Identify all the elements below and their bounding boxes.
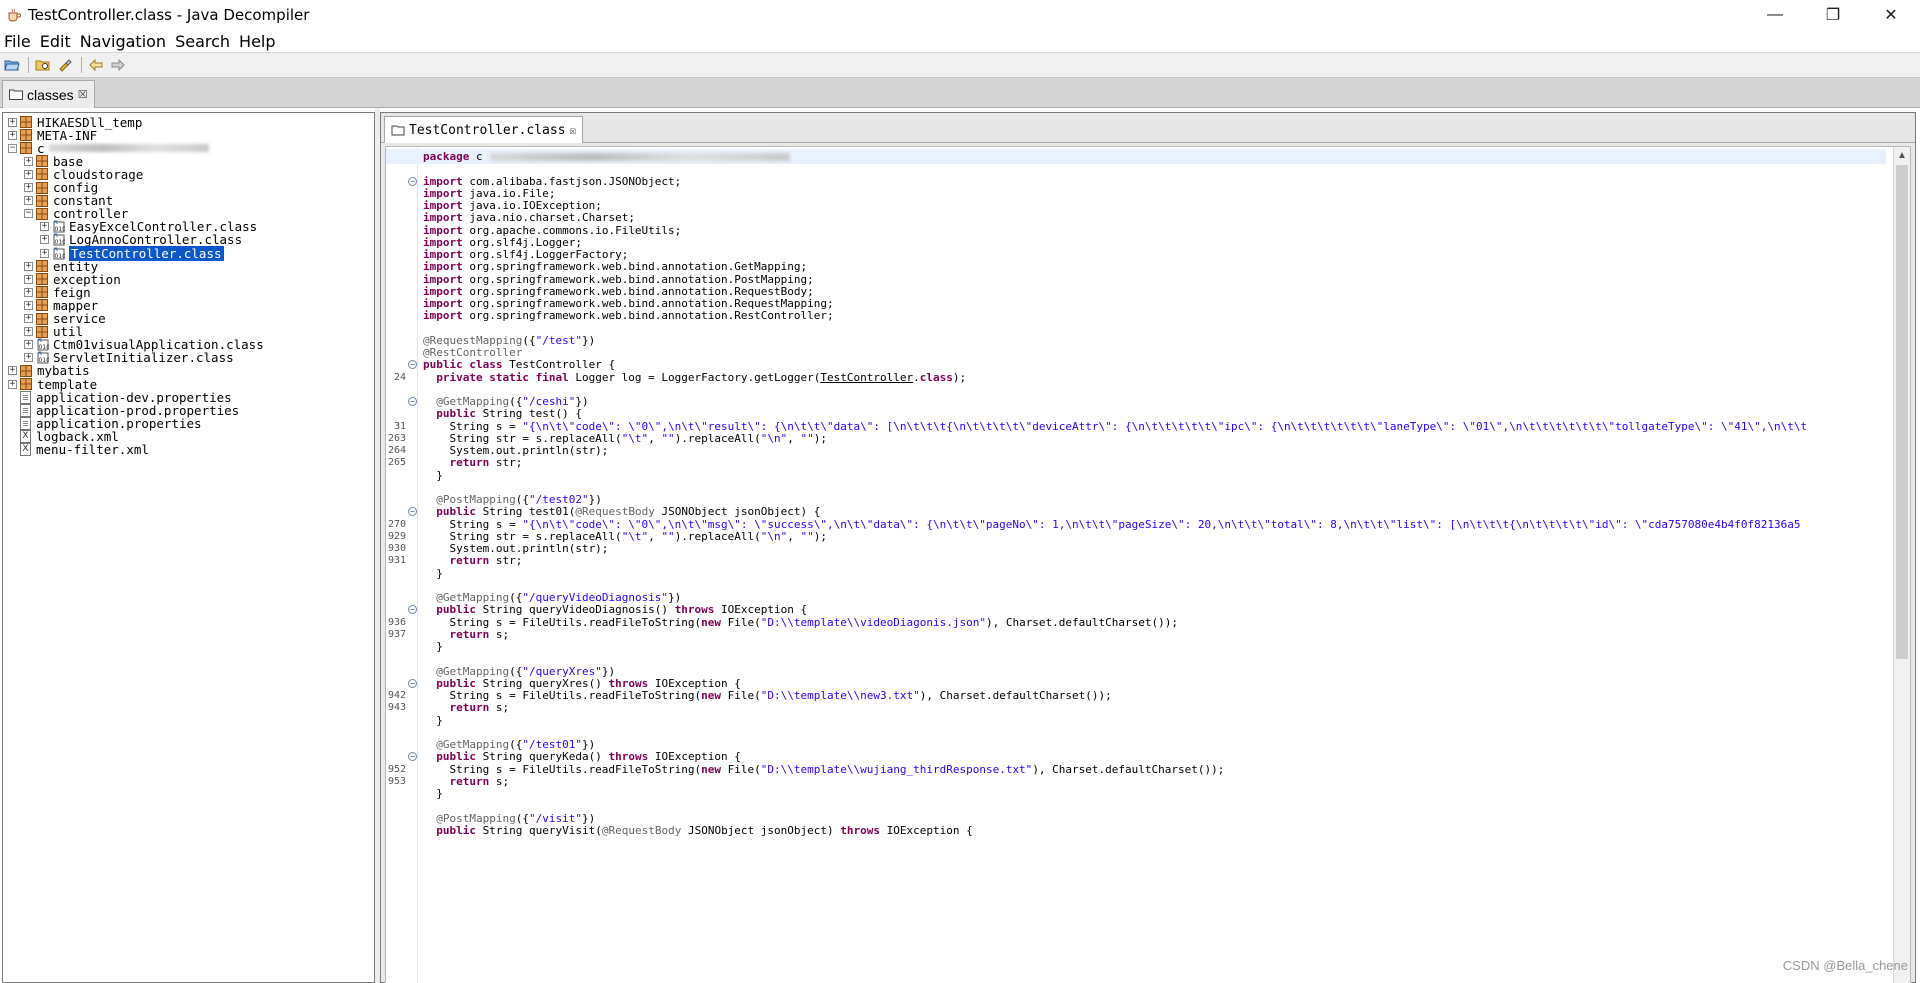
expand-icon[interactable]: + — [24, 196, 33, 206]
title-bar: TestController.class - Java Decompiler —… — [0, 0, 1920, 30]
expand-icon[interactable]: + — [8, 117, 17, 127]
scrollbar-thumb[interactable] — [1896, 165, 1908, 659]
editor-tab-bar: TestController.class ☒ — [381, 113, 1915, 143]
fold-toggle-icon[interactable]: − — [408, 360, 417, 370]
expand-icon[interactable]: + — [24, 327, 33, 337]
tab-classes[interactable]: classes ☒ — [2, 80, 95, 108]
arrow-left-icon — [89, 59, 103, 71]
toolbar-separator — [81, 57, 82, 73]
back-button[interactable] — [86, 56, 106, 74]
menu-edit[interactable]: Edit — [40, 32, 71, 51]
coffee-cup-icon — [8, 8, 21, 22]
minimize-button[interactable]: — — [1746, 0, 1804, 30]
tree-item[interactable]: Xmenu-filter.xml — [8, 442, 149, 458]
expand-icon[interactable]: + — [8, 366, 17, 376]
window-title: TestController.class - Java Decompiler — [28, 6, 310, 24]
code-text: public String queryVisit(@RequestBody JS… — [436, 823, 973, 837]
expand-icon[interactable]: + — [40, 222, 49, 232]
menu-bar: File Edit Navigation Search Help — [0, 30, 1920, 52]
toolbar — [0, 52, 1920, 78]
expand-icon[interactable]: + — [24, 183, 33, 192]
close-button[interactable]: ✕ — [1862, 0, 1920, 30]
fold-toggle-icon[interactable]: − — [408, 397, 417, 406]
tab-classes-label: classes — [27, 86, 74, 103]
toolbar-separator — [28, 57, 29, 73]
open-type-button[interactable] — [33, 56, 53, 74]
menu-navigation[interactable]: Navigation — [80, 32, 166, 51]
vertical-scrollbar[interactable]: ▲ — [1893, 147, 1910, 983]
file-tree-panel: + HIKAESDll_temp + META-INF − c + base + cloudsto… — [2, 112, 375, 983]
expand-icon[interactable]: + — [8, 379, 17, 389]
expand-icon[interactable]: + — [24, 169, 33, 179]
expand-icon[interactable]: + — [24, 353, 33, 363]
menu-help[interactable]: Help — [239, 32, 275, 51]
open-file-icon — [4, 60, 20, 71]
main-tab-bar: classes ☒ — [0, 78, 1920, 108]
expand-icon[interactable]: + — [40, 248, 49, 258]
close-icon[interactable]: ☒ — [78, 88, 88, 101]
fold-toggle-icon[interactable]: − — [408, 507, 417, 517]
xml-file-icon: X — [20, 443, 31, 456]
redacted-text — [490, 153, 790, 161]
flashlight-icon — [59, 59, 72, 72]
fold-toggle-icon[interactable]: − — [408, 605, 417, 615]
open-file-button[interactable] — [2, 56, 22, 74]
expand-icon[interactable]: + — [8, 130, 17, 140]
restore-button[interactable]: ❐ — [1804, 0, 1862, 30]
class-file-icon — [391, 125, 405, 136]
tab-testcontroller[interactable]: TestController.class ☒ — [384, 116, 584, 143]
folder-search-icon — [35, 60, 50, 71]
collapse-icon[interactable]: − — [8, 143, 17, 153]
watermark: CSDN @Bella_chene — [1782, 958, 1908, 973]
expand-icon[interactable]: + — [40, 235, 49, 245]
redacted-text — [48, 144, 209, 153]
forward-button[interactable] — [108, 56, 128, 74]
close-icon[interactable]: ☒ — [570, 124, 577, 137]
collapse-icon[interactable]: − — [24, 209, 33, 219]
fold-toggle-icon[interactable]: − — [408, 678, 417, 688]
code-line: public String queryVisit(@RequestBody JS… — [386, 823, 1886, 838]
expand-icon[interactable]: + — [24, 300, 33, 310]
expand-icon[interactable]: + — [24, 274, 33, 284]
arrow-right-icon — [111, 59, 125, 71]
expand-icon[interactable]: + — [24, 340, 33, 350]
fold-toggle-icon[interactable]: − — [408, 752, 417, 762]
menu-file[interactable]: File — [4, 32, 31, 51]
scroll-up-icon[interactable]: ▲ — [1894, 147, 1910, 163]
expand-icon[interactable]: + — [24, 287, 33, 297]
expand-icon[interactable]: + — [24, 156, 33, 166]
fold-toggle-icon[interactable]: − — [408, 176, 417, 186]
search-tool-button[interactable] — [55, 56, 75, 74]
folder-icon — [9, 89, 23, 100]
tree-item-label: menu-filter.xml — [36, 442, 149, 457]
expand-icon[interactable]: + — [24, 261, 33, 271]
editor-panel: TestController.class ☒ package c − import … — [380, 112, 1916, 983]
code-view[interactable]: package c − import com.alibaba.fastjson.JS… — [385, 146, 1911, 983]
expand-icon[interactable]: + — [24, 314, 33, 323]
editor-tab-label: TestController.class — [409, 122, 566, 138]
menu-search[interactable]: Search — [175, 32, 230, 51]
